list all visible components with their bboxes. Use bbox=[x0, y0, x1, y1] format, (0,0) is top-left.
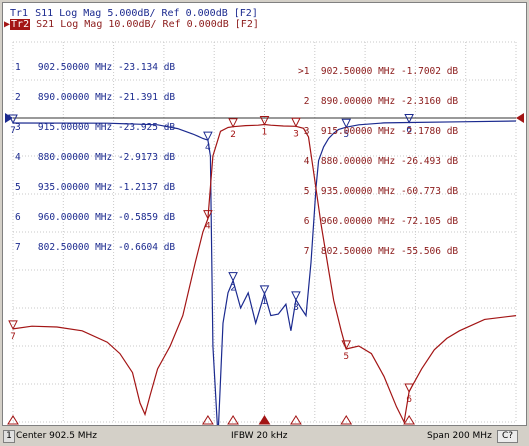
s21-marker-2 bbox=[228, 118, 238, 128]
plot-area[interactable]: 12345671234567 Tr1 S11 Log Mag 5.000dB/ … bbox=[2, 2, 527, 426]
marker-row: >1 902.50000 MHz -1.7002 dB bbox=[298, 66, 459, 77]
marker-row: 4 880.00000 MHz -2.9173 dB bbox=[15, 152, 176, 163]
center-frequency[interactable]: Center 902.5 MHz bbox=[16, 431, 97, 441]
s11-marker-label: 3 bbox=[293, 303, 299, 313]
marker-row: 3 915.00000 MHz -23.925 dB bbox=[15, 122, 176, 133]
marker-position-indicator bbox=[403, 415, 416, 425]
marker-position-indicator bbox=[340, 415, 353, 425]
s11-marker-label: 2 bbox=[230, 284, 236, 294]
marker-position-indicator bbox=[258, 415, 271, 425]
marker-row: 2 890.00000 MHz -21.391 dB bbox=[15, 92, 176, 103]
span-setting[interactable]: Span 200 MHz bbox=[427, 431, 492, 441]
marker-position-indicator bbox=[227, 415, 239, 425]
vna-window: 12345671234567 Tr1 S11 Log Mag 5.000dB/ … bbox=[0, 0, 529, 446]
ref-arrow-right bbox=[516, 113, 524, 123]
s11-marker-label: 4 bbox=[205, 143, 211, 153]
marker-row: 6 960.00000 MHz -72.105 dB bbox=[298, 216, 459, 227]
marker-position-indicator bbox=[290, 415, 302, 425]
channel-indicator[interactable]: 1 bbox=[3, 430, 15, 443]
trace2-settings: S21 Log Mag 10.00dB/ Ref 0.000dB [F2] bbox=[30, 19, 259, 30]
s21-marker-label: 7 bbox=[10, 332, 16, 342]
s21-marker-label: 2 bbox=[230, 130, 236, 140]
marker-row: 4 880.00000 MHz -26.493 dB bbox=[298, 156, 459, 167]
s21-marker-label: 5 bbox=[343, 352, 349, 362]
calibration-status[interactable]: C? bbox=[497, 430, 519, 443]
marker-position-indicator bbox=[202, 415, 214, 425]
marker-row: 5 935.00000 MHz -1.2137 dB bbox=[15, 182, 176, 193]
trace1-tag[interactable]: Tr1 bbox=[9, 8, 29, 19]
marker-row: 6 960.00000 MHz -0.5859 dB bbox=[15, 212, 176, 223]
marker-row: 1 902.50000 MHz -23.134 dB bbox=[15, 62, 176, 73]
s11-marker-label: 1 bbox=[262, 297, 268, 307]
marker-row: 5 935.00000 MHz -60.773 dB bbox=[298, 186, 459, 197]
s21-marker-table: >1 902.50000 MHz -1.7002 dB 2 890.00000 … bbox=[298, 47, 458, 277]
s21-marker-label: 1 bbox=[262, 127, 268, 137]
trace1-header[interactable]: Tr1 S11 Log Mag 5.000dB/ Ref 0.000dB [F2… bbox=[9, 8, 258, 19]
trace1-settings: S11 Log Mag 5.000dB/ Ref 0.000dB [F2] bbox=[29, 8, 258, 19]
s21-marker-label: 6 bbox=[406, 395, 412, 405]
marker-row: 2 890.00000 MHz -2.3160 dB bbox=[298, 96, 459, 107]
s21-marker-label: 4 bbox=[205, 222, 211, 232]
marker-row: 7 802.50000 MHz -0.6604 dB bbox=[15, 242, 176, 253]
s11-marker-table: 1 902.50000 MHz -23.134 dB 2 890.00000 M… bbox=[15, 43, 175, 273]
status-bar: 1 Center 902.5 MHz IFBW 20 kHz Span 200 … bbox=[0, 427, 529, 446]
ifbw-setting[interactable]: IFBW 20 kHz bbox=[231, 431, 287, 441]
marker-row: 3 915.00000 MHz -2.1780 dB bbox=[298, 126, 459, 137]
marker-row: 7 802.50000 MHz -55.506 dB bbox=[298, 246, 459, 257]
trace2-header[interactable]: ▶Tr2 S21 Log Mag 10.00dB/ Ref 0.000dB [F… bbox=[4, 19, 259, 30]
trace2-tag[interactable]: Tr2 bbox=[10, 19, 31, 30]
